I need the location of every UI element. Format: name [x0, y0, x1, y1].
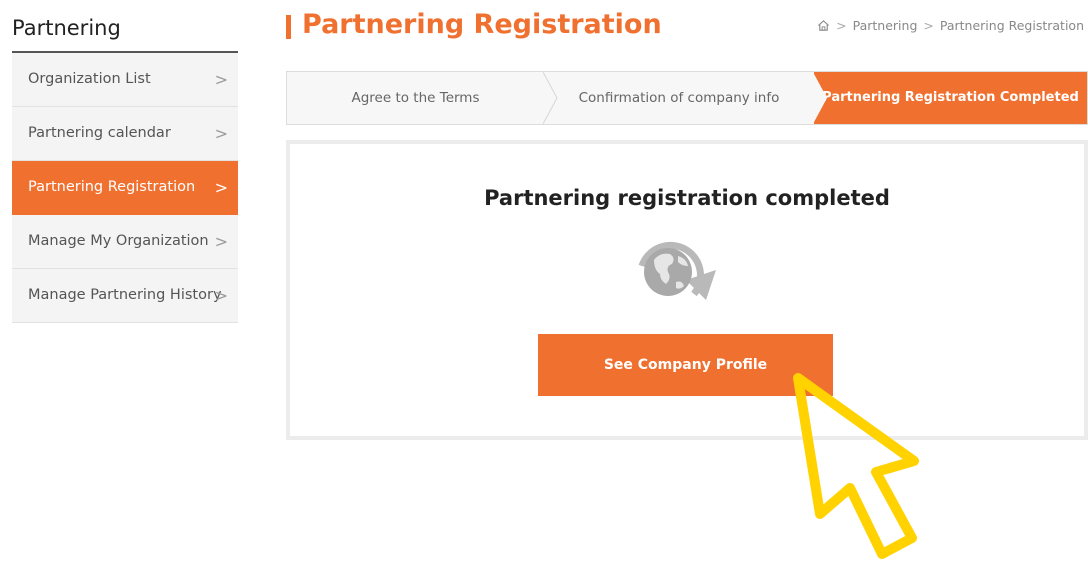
completion-heading: Partnering registration completed — [484, 186, 890, 210]
step-label: Agree to the Terms — [351, 90, 480, 106]
chevron-right-icon: > — [214, 232, 228, 251]
page: Partnering Organization List > Partnerin… — [0, 0, 1088, 567]
sidebar-item-label: Manage My Organization — [28, 233, 209, 249]
chevron-right-icon: > — [214, 70, 228, 89]
breadcrumb-separator: > — [923, 18, 934, 33]
sidebar-item-manage-partnering-history[interactable]: Manage Partnering History > — [12, 269, 238, 323]
sidebar-item-label: Manage Partnering History — [28, 287, 222, 303]
sidebar-item-partnering-registration[interactable]: Partnering Registration > — [12, 161, 238, 215]
home-icon[interactable] — [817, 19, 830, 32]
sidebar-item-label: Partnering Registration — [28, 179, 196, 195]
step-divider-icon — [813, 72, 827, 124]
chevron-right-icon: > — [214, 124, 228, 143]
step-agree-terms: Agree to the Terms — [287, 72, 558, 124]
page-title: Partnering Registration — [286, 9, 662, 40]
chevron-right-icon: > — [214, 178, 228, 197]
step-divider-icon — [543, 72, 558, 124]
sidebar-item-manage-my-organization[interactable]: Manage My Organization > — [12, 215, 238, 269]
sidebar-item-label: Partnering calendar — [28, 125, 171, 141]
sidebar-title: Partnering — [12, 0, 238, 53]
sidebar-item-organization-list[interactable]: Organization List > — [12, 53, 238, 107]
sidebar: Partnering Organization List > Partnerin… — [12, 0, 238, 323]
globe-refresh-icon — [638, 241, 716, 300]
step-confirm-company-info: Confirmation of company info — [544, 72, 814, 124]
step-registration-completed: Partnering Registration Completed — [813, 72, 1087, 124]
step-label: Partnering Registration Completed — [822, 90, 1079, 105]
step-label: Confirmation of company info — [578, 90, 780, 106]
breadcrumb-separator: > — [836, 18, 847, 33]
sidebar-item-partnering-calendar[interactable]: Partnering calendar > — [12, 107, 238, 161]
registration-steps: Agree to the Terms Confirmation of compa… — [286, 71, 1088, 125]
cursor-arrow-icon — [793, 373, 919, 559]
completion-panel: Partnering registration completed See Co… — [286, 140, 1088, 440]
chevron-right-icon: > — [214, 286, 228, 305]
breadcrumb: > Partnering > Partnering Registration — [817, 18, 1084, 33]
breadcrumb-item-partnering-registration[interactable]: Partnering Registration — [940, 18, 1084, 33]
breadcrumb-item-partnering[interactable]: Partnering — [853, 18, 918, 33]
sidebar-menu: Organization List > Partnering calendar … — [12, 53, 238, 323]
sidebar-item-label: Organization List — [28, 71, 151, 87]
